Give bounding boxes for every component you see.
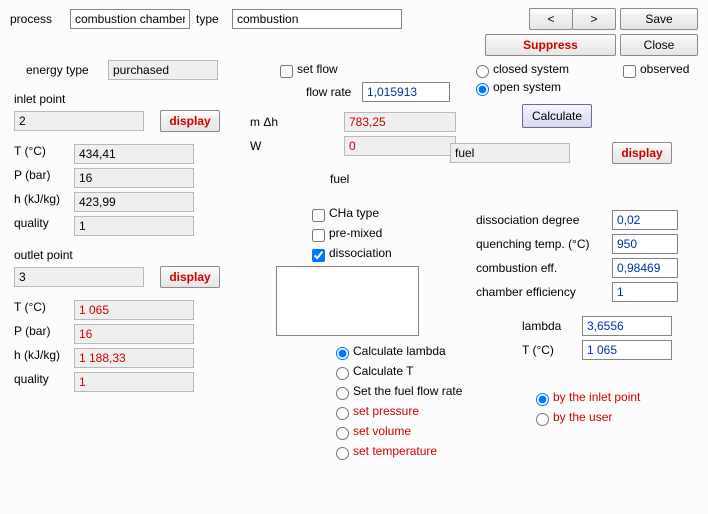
inlet-point-label: inlet point	[14, 92, 240, 106]
dissociation-checkbox[interactable]	[312, 249, 325, 262]
outlet-t-value: 1 065	[74, 300, 194, 320]
set-pressure-radio[interactable]	[336, 407, 349, 420]
process-label: process	[10, 12, 70, 26]
outlet-h-label: h (kJ/kg)	[14, 348, 74, 368]
outlet-q-label: quality	[14, 372, 74, 392]
set-temp-radio[interactable]	[336, 447, 349, 460]
premixed-label: pre-mixed	[329, 226, 382, 240]
calc-lambda-radio[interactable]	[336, 347, 349, 360]
display-outlet-button[interactable]: display	[160, 266, 220, 288]
w-label: W	[250, 139, 300, 153]
by-user-radio[interactable]	[536, 413, 549, 426]
quench-label: quenching temp. (°C)	[476, 237, 612, 251]
process-input[interactable]	[70, 9, 190, 29]
inlet-h-value: 423,99	[74, 192, 194, 212]
closed-system-label: closed system	[493, 62, 603, 76]
mdh-label: m Δh	[250, 115, 300, 129]
calc-t-label: Calculate T	[353, 364, 413, 378]
right-t-input[interactable]	[582, 340, 672, 360]
next-button[interactable]: >	[572, 8, 616, 30]
dissociation-label: dissociation	[329, 246, 392, 260]
fuel-label: fuel	[330, 172, 349, 186]
flow-rate-input[interactable]	[362, 82, 450, 102]
comb-eff-input[interactable]	[612, 258, 678, 278]
inlet-p-label: P (bar)	[14, 168, 74, 188]
calc-t-radio[interactable]	[336, 367, 349, 380]
outlet-p-value: 16	[74, 324, 194, 344]
observed-label: observed	[640, 62, 689, 76]
lambda-input[interactable]	[582, 316, 672, 336]
cha-label: CHa type	[329, 206, 379, 220]
by-user-label: by the user	[553, 410, 612, 424]
chamber-eff-input[interactable]	[612, 282, 678, 302]
open-system-radio[interactable]	[476, 83, 489, 96]
set-flow-checkbox[interactable]	[280, 65, 293, 78]
suppress-button[interactable]: Suppress	[485, 34, 616, 56]
type-label: type	[196, 12, 232, 26]
set-flow-label: set flow	[297, 62, 338, 76]
set-fuel-label: Set the fuel flow rate	[353, 384, 462, 398]
energy-type-label: energy type	[26, 63, 108, 77]
outlet-t-label: T (°C)	[14, 300, 74, 320]
w-value: 0	[344, 136, 456, 156]
comb-eff-label: combustion eff.	[476, 261, 612, 275]
set-temp-label: set temperature	[353, 444, 437, 458]
chamber-eff-label: chamber efficiency	[476, 285, 612, 299]
outlet-p-label: P (bar)	[14, 324, 74, 344]
save-button[interactable]: Save	[620, 8, 698, 30]
inlet-q-value: 1	[74, 216, 194, 236]
inlet-p-value: 16	[74, 168, 194, 188]
dissoc-deg-label: dissociation degree	[476, 213, 612, 227]
open-system-label: open system	[493, 80, 561, 94]
lambda-label: lambda	[522, 319, 582, 333]
quench-input[interactable]	[612, 234, 678, 254]
outlet-h-value: 1 188,33	[74, 348, 194, 368]
right-t-label: T (°C)	[522, 343, 582, 357]
listbox[interactable]	[276, 266, 419, 336]
outlet-point-label: outlet point	[14, 248, 240, 262]
premixed-checkbox[interactable]	[312, 229, 325, 242]
close-button[interactable]: Close	[620, 34, 698, 56]
observed-checkbox[interactable]	[623, 65, 636, 78]
type-input[interactable]	[232, 9, 402, 29]
outlet-q-value: 1	[74, 372, 194, 392]
inlet-point-value: 2	[14, 111, 144, 131]
inlet-q-label: quality	[14, 216, 74, 236]
calc-lambda-label: Calculate lambda	[353, 344, 446, 358]
set-fuel-radio[interactable]	[336, 387, 349, 400]
display-fuel-button[interactable]: display	[612, 142, 672, 164]
by-inlet-label: by the inlet point	[553, 390, 640, 404]
inlet-h-label: h (kJ/kg)	[14, 192, 74, 212]
by-inlet-radio[interactable]	[536, 393, 549, 406]
inlet-t-value: 434,41	[74, 144, 194, 164]
set-volume-label: set volume	[353, 424, 411, 438]
dissoc-deg-input[interactable]	[612, 210, 678, 230]
prev-button[interactable]: <	[529, 8, 573, 30]
energy-type-value: purchased	[108, 60, 218, 80]
set-volume-radio[interactable]	[336, 427, 349, 440]
calculate-button[interactable]: Calculate	[522, 104, 592, 128]
flow-rate-label: flow rate	[306, 85, 362, 99]
set-pressure-label: set pressure	[353, 404, 419, 418]
outlet-point-value: 3	[14, 267, 144, 287]
display-inlet-button[interactable]: display	[160, 110, 220, 132]
mdh-value: 783,25	[344, 112, 456, 132]
inlet-t-label: T (°C)	[14, 144, 74, 164]
fuel-value: fuel	[450, 143, 570, 163]
cha-checkbox[interactable]	[312, 209, 325, 222]
closed-system-radio[interactable]	[476, 65, 489, 78]
